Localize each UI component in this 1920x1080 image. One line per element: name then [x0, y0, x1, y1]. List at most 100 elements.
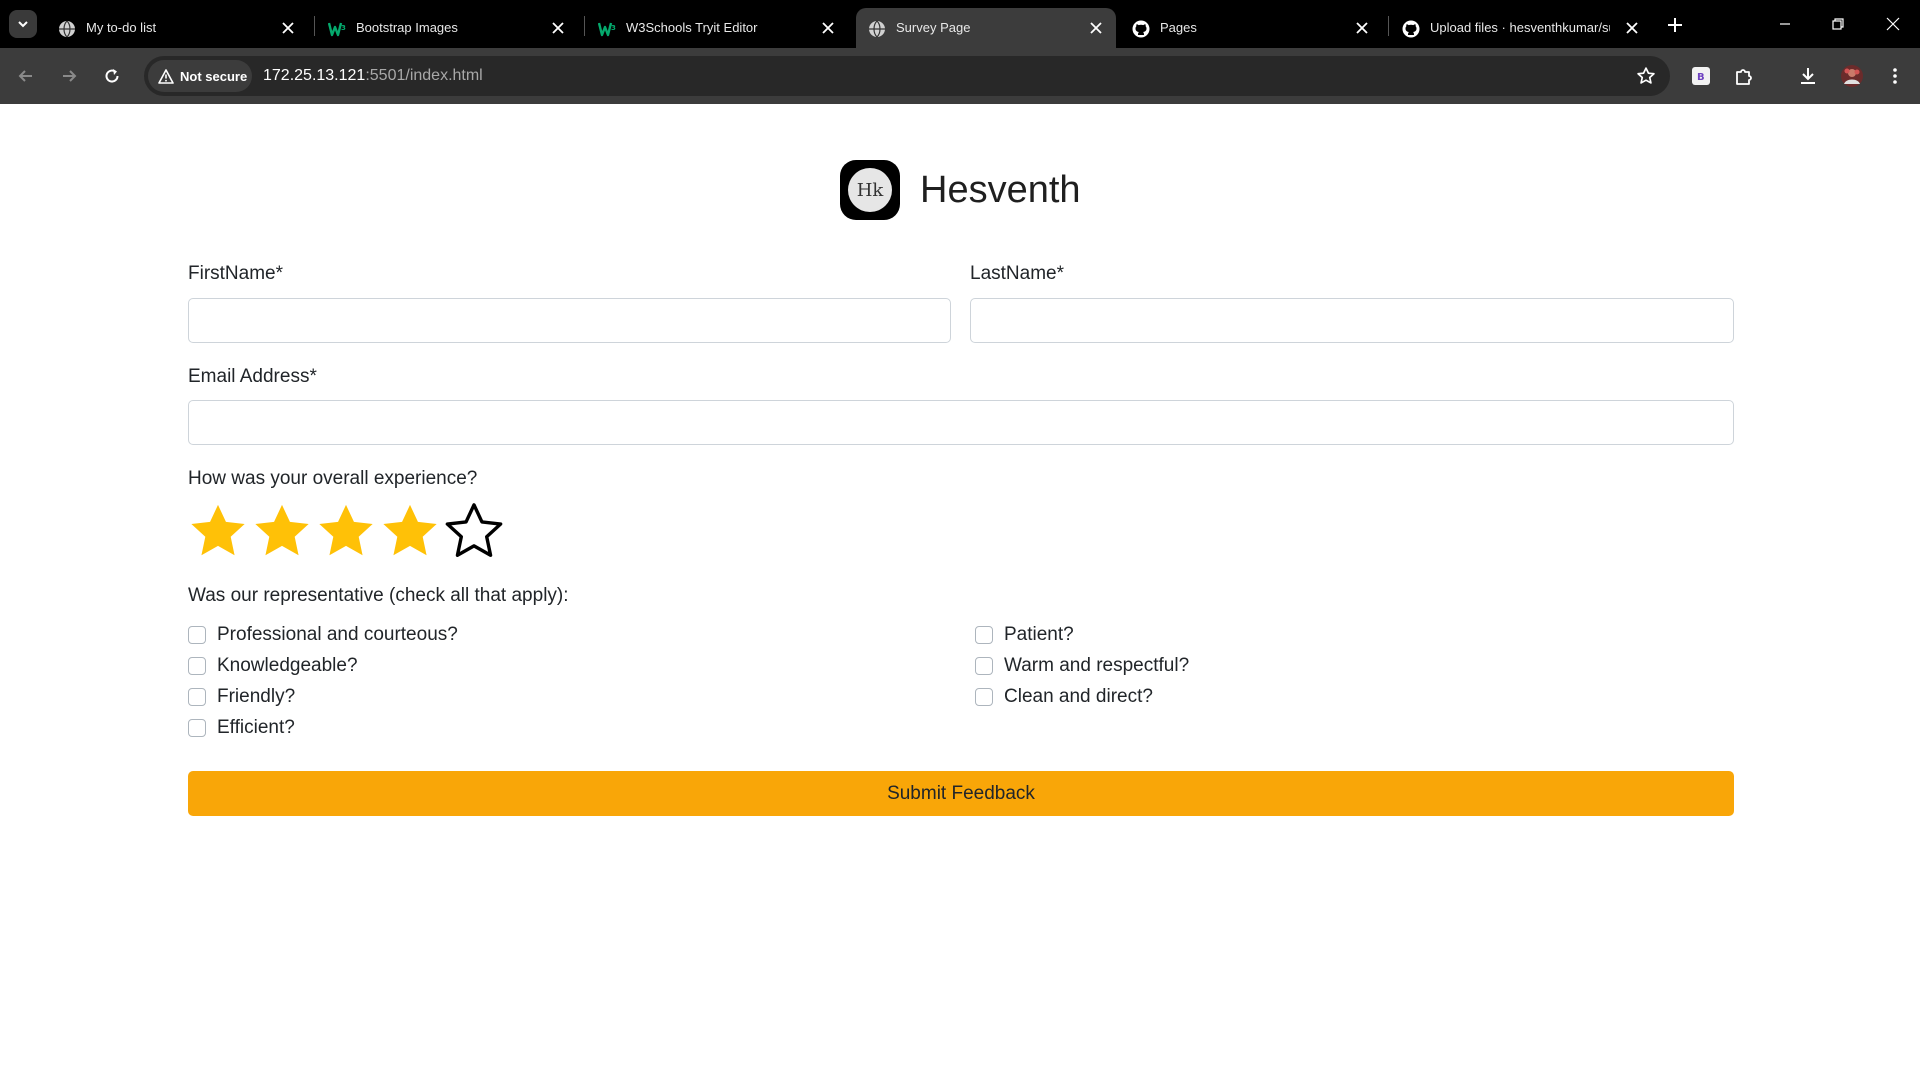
checkbox-knowledgeable[interactable]: Knowledgeable?: [188, 653, 358, 679]
downloads-button[interactable]: [1792, 60, 1824, 92]
tab-title: W3Schools Tryit Editor: [626, 20, 758, 35]
checkbox-label: Efficient?: [217, 717, 295, 738]
star-filled-icon[interactable]: [314, 500, 378, 564]
checkbox-clean[interactable]: Clean and direct?: [975, 684, 1153, 710]
checkbox-patient[interactable]: Patient?: [975, 622, 1074, 648]
star-filled-icon[interactable]: [186, 500, 250, 564]
back-button[interactable]: [10, 60, 42, 92]
url-host: 172.25.13.121: [263, 67, 366, 84]
checkbox-input[interactable]: [188, 626, 206, 644]
close-icon[interactable]: [1352, 18, 1372, 38]
star-rating: [186, 500, 506, 564]
extension-button[interactable]: B: [1685, 60, 1717, 92]
checkbox-label: Professional and courteous?: [217, 624, 458, 645]
checkbox-input[interactable]: [188, 688, 206, 706]
svg-text:B: B: [1697, 72, 1705, 83]
last-name-label: LastName*: [970, 263, 1064, 284]
checkbox-label: Clean and direct?: [1004, 686, 1153, 707]
arrow-left-icon: [18, 70, 32, 82]
tab-title: My to-do list: [86, 20, 157, 35]
arrow-right-icon: [63, 70, 77, 82]
bookmark-button[interactable]: [1634, 64, 1658, 88]
tab-pages[interactable]: Pages: [1120, 8, 1382, 48]
tab-w3schools-tryit-editor[interactable]: 3 W3Schools Tryit Editor: [586, 8, 848, 48]
url-text: 172.25.13.121:5501/index.html: [263, 67, 483, 85]
checkbox-label: Friendly?: [217, 686, 296, 707]
rating-question: How was your overall experience?: [188, 468, 478, 489]
email-field[interactable]: [188, 400, 1734, 445]
star-filled-icon[interactable]: [250, 500, 314, 564]
extensions-menu-button[interactable]: [1728, 60, 1760, 92]
bootstrap-extension-icon: B: [1692, 67, 1710, 85]
tab-bootstrap-images[interactable]: 3 Bootstrap Images: [316, 8, 578, 48]
tab-search-button[interactable]: [9, 10, 37, 38]
brand-header: Hk Hesventh: [840, 160, 1081, 220]
restore-icon: [1832, 18, 1844, 30]
minimize-button[interactable]: [1762, 8, 1808, 40]
checkbox-input[interactable]: [975, 657, 993, 675]
checkbox-input[interactable]: [975, 626, 993, 644]
close-icon[interactable]: [1622, 18, 1642, 38]
close-icon[interactable]: [548, 18, 568, 38]
tab-title: Upload files · hesventhkumar/su: [1430, 20, 1610, 35]
security-indicator[interactable]: Not secure: [148, 60, 252, 92]
close-window-button[interactable]: [1870, 8, 1916, 40]
checkbox-label: Warm and respectful?: [1004, 655, 1190, 676]
checkbox-friendly[interactable]: Friendly?: [188, 684, 295, 710]
brand-name: Hesventh: [920, 168, 1081, 211]
tab-title: Bootstrap Images: [356, 20, 458, 35]
star-outline-icon: [1637, 67, 1655, 84]
svg-text:3: 3: [611, 24, 616, 32]
forward-button[interactable]: [53, 60, 85, 92]
close-icon[interactable]: [1086, 18, 1106, 38]
submit-feedback-button[interactable]: Submit Feedback: [188, 771, 1734, 816]
brand-logo: Hk: [840, 160, 900, 220]
browser-toolbar: Not secure 172.25.13.121:5501/index.html…: [0, 48, 1920, 104]
checkbox-warm[interactable]: Warm and respectful?: [975, 653, 1189, 679]
restore-button[interactable]: [1815, 8, 1861, 40]
representative-question: Was our representative (check all that a…: [188, 585, 569, 606]
checkbox-input[interactable]: [188, 719, 206, 737]
close-icon[interactable]: [818, 18, 838, 38]
first-name-label: FirstName*: [188, 263, 284, 284]
star-empty-icon[interactable]: [442, 500, 506, 564]
github-icon: [1402, 20, 1420, 38]
close-icon: [1886, 17, 1900, 31]
security-label: Not secure: [180, 68, 248, 84]
email-label: Email Address*: [188, 366, 317, 387]
minimize-icon: [1780, 23, 1790, 25]
star-filled-icon[interactable]: [378, 500, 442, 564]
plus-icon: [1668, 18, 1682, 32]
tab-my-to-do-list[interactable]: My to-do list: [46, 8, 308, 48]
tab-title: Survey Page: [896, 20, 971, 35]
checkbox-label: Knowledgeable?: [217, 655, 358, 676]
tab-upload-files[interactable]: Upload files · hesventhkumar/su: [1390, 8, 1652, 48]
logo-monogram: Hk: [848, 168, 892, 212]
address-bar[interactable]: Not secure 172.25.13.121:5501/index.html: [144, 56, 1670, 96]
w3schools-icon: 3: [328, 22, 346, 37]
tab-title: Pages: [1160, 20, 1197, 35]
svg-text:3: 3: [341, 24, 346, 32]
browser-menu-button[interactable]: [1879, 60, 1911, 92]
puzzle-icon: [1736, 69, 1752, 85]
checkbox-label: Patient?: [1004, 624, 1074, 645]
close-icon[interactable]: [278, 18, 298, 38]
checkbox-input[interactable]: [975, 688, 993, 706]
checkbox-professional[interactable]: Professional and courteous?: [188, 622, 458, 648]
tab-separator: [314, 16, 315, 36]
survey-page: Hk Hesventh FirstName* LastName* Email A…: [0, 104, 1920, 1080]
url-path: :5501/index.html: [365, 67, 483, 84]
chevron-down-icon: [18, 21, 28, 28]
checkbox-input[interactable]: [188, 657, 206, 675]
globe-icon: [869, 20, 885, 38]
tab-separator: [584, 16, 585, 36]
profile-button[interactable]: [1836, 60, 1868, 92]
tab-survey-page[interactable]: Survey Page: [856, 8, 1116, 48]
last-name-field[interactable]: [970, 298, 1734, 343]
download-icon: [1801, 68, 1815, 84]
reload-button[interactable]: [96, 60, 128, 92]
checkbox-efficient[interactable]: Efficient?: [188, 715, 295, 741]
avatar-icon: [1841, 65, 1863, 87]
new-tab-button[interactable]: [1662, 12, 1688, 38]
first-name-field[interactable]: [188, 298, 951, 343]
